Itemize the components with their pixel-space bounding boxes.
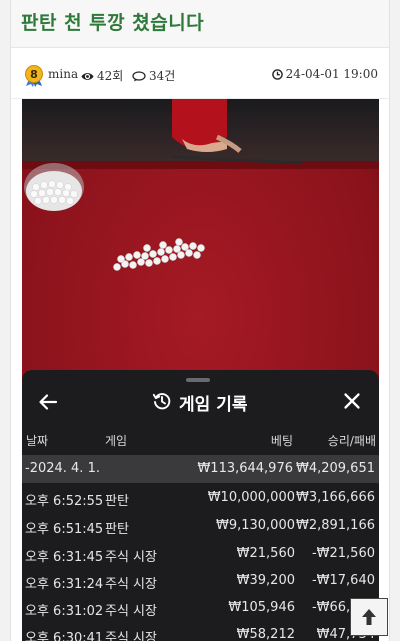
row-game: 주식 시장 xyxy=(105,550,157,565)
table-header: 날짜 게임 베팅 승리/패배 xyxy=(22,432,379,450)
row-result: -₩21,560 xyxy=(311,546,375,561)
eye-icon xyxy=(81,73,94,80)
row-time: 오후 6:31:45 xyxy=(25,550,104,565)
row-game: 주식 시장 xyxy=(105,577,157,592)
row-bet: ₩58,212 xyxy=(236,627,295,641)
row-time: 오후 6:31:24 xyxy=(25,577,104,592)
table-row[interactable]: 오후 6:31:24 주식 시장 ₩39,200 -₩17,640 xyxy=(22,567,379,594)
date-group-bet-total: ₩113,644,976 xyxy=(197,461,293,476)
table-row[interactable]: 오후 6:52:55 판탄 ₩10,000,000 ₩3,166,666 xyxy=(22,484,379,511)
row-time: 오후 6:52:55 xyxy=(25,494,104,509)
level-number: 8 xyxy=(30,68,38,81)
level-badge-icon: 8 xyxy=(25,65,43,87)
column-result: 승리/패배 xyxy=(327,434,376,448)
table-row[interactable]: 오후 6:51:45 판탄 ₩9,130,000 ₩2,891,166 xyxy=(22,512,379,539)
column-game: 게임 xyxy=(105,434,128,448)
row-bet: ₩39,200 xyxy=(236,573,295,588)
modal-title: 게임 기록 xyxy=(179,395,248,415)
post-title-bar: 판탄 천 투깡 쳤습니다 xyxy=(11,0,389,48)
row-result: ₩2,891,166 xyxy=(295,518,375,533)
comment-count: 34건 xyxy=(132,67,175,84)
column-bet: 베팅 xyxy=(270,434,293,448)
table-row[interactable]: 오후 6:30:41 주식 시장 ₩58,212 ₩47,734 xyxy=(22,621,379,641)
arrow-up-icon xyxy=(362,609,376,625)
post-title: 판탄 천 투깡 쳤습니다 xyxy=(21,12,205,34)
column-date: 날짜 xyxy=(26,434,49,448)
comment-icon xyxy=(132,71,146,82)
date-group-row[interactable]: -2024. 4. 1. ₩113,644,976 ₩4,209,651 xyxy=(22,455,379,483)
scroll-to-top-button[interactable] xyxy=(350,598,388,636)
row-time: 오후 6:51:45 xyxy=(25,522,104,537)
row-game: 주식 시장 xyxy=(105,631,157,641)
row-bet: ₩105,946 xyxy=(228,600,295,615)
view-count-value: 42회 xyxy=(97,69,124,83)
clock-icon xyxy=(271,69,283,80)
view-count: 42회 xyxy=(81,67,123,84)
game-history-modal: 게임 기록 날짜 게임 베팅 승리/패배 -2024. 4. 1. ₩113,6… xyxy=(22,370,379,641)
history-icon xyxy=(152,393,171,410)
row-result: -₩17,640 xyxy=(311,573,375,588)
comment-count-value: 34건 xyxy=(149,69,176,83)
row-game: 판탄 xyxy=(105,494,129,509)
close-icon[interactable] xyxy=(342,391,362,411)
row-result: ₩3,166,666 xyxy=(295,490,375,505)
author-name[interactable]: mina xyxy=(48,67,78,81)
post-date: 24-04-01 19:00 xyxy=(271,67,378,81)
date-group-label: -2024. 4. 1. xyxy=(25,461,100,476)
table-row[interactable]: 오후 6:31:45 주식 시장 ₩21,560 -₩21,560 xyxy=(22,540,379,567)
row-time: 오후 6:30:41 xyxy=(25,631,104,641)
row-bet: ₩9,130,000 xyxy=(215,518,295,533)
sheet-grabber[interactable] xyxy=(186,378,210,382)
row-game: 판탄 xyxy=(105,522,129,537)
modal-header: 게임 기록 xyxy=(22,384,379,418)
row-bet: ₩21,560 xyxy=(236,546,295,561)
table-row[interactable]: 오후 6:31:02 주식 시장 ₩105,946 -₩66,746 xyxy=(22,594,379,621)
post-date-value: 24-04-01 19:00 xyxy=(285,67,378,81)
date-group-result-total: ₩4,209,651 xyxy=(295,461,375,476)
post-card: 판탄 천 투깡 쳤습니다 8 mina 42회 34건 24-04-01 19:… xyxy=(10,0,390,641)
row-game: 주식 시장 xyxy=(105,604,157,619)
post-meta: 8 mina 42회 34건 24-04-01 19:00 xyxy=(11,48,389,99)
back-arrow-icon[interactable] xyxy=(38,392,58,412)
row-time: 오후 6:31:02 xyxy=(25,604,104,619)
row-bet: ₩10,000,000 xyxy=(207,490,295,505)
